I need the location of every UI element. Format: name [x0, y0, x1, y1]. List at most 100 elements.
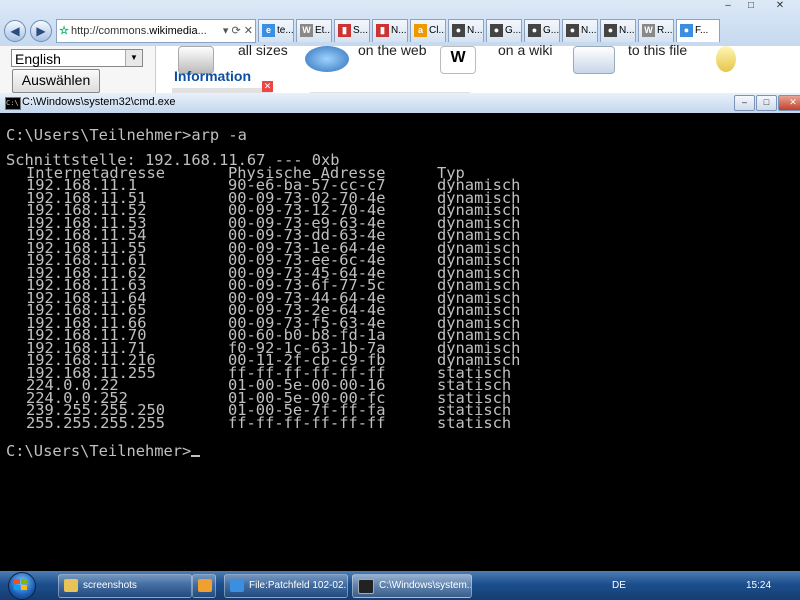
tab-label: S...	[353, 25, 369, 36]
tab-favicon-icon: ●	[452, 24, 465, 37]
browser-tab[interactable]: ▮ S...	[334, 19, 370, 42]
choose-button[interactable]: Auswählen	[12, 69, 100, 93]
browser-maximize-button[interactable]: □	[740, 0, 762, 14]
arp-ip-cell: 255.255.255.255	[26, 413, 165, 432]
taskbar-item-label: screenshots	[83, 580, 137, 591]
command-line: C:\Users\Teilnehmer>arp -a	[6, 126, 247, 144]
cmd-minimize-button[interactable]: –	[734, 95, 755, 111]
tab-label: Cl...	[429, 25, 446, 36]
console-output[interactable]: C:\Users\Teilnehmer>arp -a Schnittstelle…	[0, 113, 800, 571]
tab-label: N...	[581, 25, 597, 36]
tab-favicon-icon: ▮	[338, 24, 351, 37]
browser-tab[interactable]: ● N...	[600, 19, 636, 42]
share-web-link[interactable]: on the web	[358, 42, 427, 58]
cmd-window: C:\ C:\Windows\system32\cmd.exe – □ ✕ C:…	[0, 93, 800, 571]
web-page: English ▼ Auswählen all sizes on the web…	[0, 42, 800, 100]
input-language[interactable]: DE	[612, 571, 626, 600]
link-file-icon	[573, 46, 615, 74]
browser-tab[interactable]: ▮ N...	[372, 19, 408, 42]
console-icon: C:\	[5, 97, 21, 110]
text-cursor	[191, 455, 201, 457]
dropdown-arrow-icon: ▼	[125, 50, 142, 66]
tab-favicon-icon: a	[414, 24, 427, 37]
address-suffix: ...	[197, 25, 207, 37]
browser-toolbar: – □ ✕ ◀ ▶ ☆ http://commons.wikimedia... ▾…	[0, 0, 800, 47]
lightbulb-icon	[716, 46, 736, 72]
browser-tab[interactable]: W R...	[638, 19, 674, 42]
tab-favicon-icon: ▮	[376, 24, 389, 37]
cmd-maximize-button[interactable]: □	[756, 95, 777, 111]
share-all-sizes-link[interactable]: all sizes	[238, 42, 288, 58]
arp-type-cell: statisch	[437, 413, 512, 432]
tab-favicon-icon: e	[262, 24, 275, 37]
language-select[interactable]: English ▼	[11, 49, 143, 67]
tab-label: R...	[657, 25, 673, 36]
back-button[interactable]: ◀	[4, 20, 26, 42]
page-sidebar: English ▼ Auswählen	[0, 46, 156, 100]
tab-label: F...	[695, 25, 709, 36]
start-button[interactable]	[2, 571, 40, 600]
taskbar: screenshots File:Patchfeld 102-02... C:\Wi…	[0, 571, 800, 600]
tab-label: G...	[543, 25, 560, 36]
tab-label: te...	[277, 25, 294, 36]
cmd-title: C:\Windows\system32\cmd.exe	[22, 96, 176, 108]
browser-tab[interactable]: ● G...	[486, 19, 522, 42]
tab-favicon-icon: ●	[604, 24, 617, 37]
browser-tab[interactable]: ● G...	[524, 19, 560, 42]
browser-tab[interactable]: W Et...	[296, 19, 332, 42]
taskbar-item[interactable]: File:Patchfeld 102-02...	[224, 574, 348, 598]
taskbar-item[interactable]	[192, 574, 216, 598]
folder-icon	[64, 579, 78, 592]
current-prompt-line[interactable]: C:\Users\Teilnehmer>	[6, 442, 201, 460]
forward-button[interactable]: ▶	[30, 20, 52, 42]
share-file-link[interactable]: to this file	[628, 42, 687, 58]
clock[interactable]: 15:24	[746, 571, 771, 600]
internet-explorer-icon	[230, 579, 244, 592]
globe-icon	[305, 46, 349, 72]
taskbar-item[interactable]: screenshots	[58, 574, 192, 598]
taskbar-item-label: C:\Windows\system...	[379, 580, 472, 591]
taskbar-item[interactable]: C:\Windows\system...	[352, 574, 472, 598]
tab-favicon-icon: W	[300, 24, 313, 37]
site-favicon-icon: ☆	[59, 25, 69, 37]
tab-label: N...	[619, 25, 635, 36]
arp-mac-cell: ff-ff-ff-ff-ff-ff	[228, 413, 386, 432]
close-notice-icon[interactable]: ✕	[262, 81, 273, 92]
address-domain: wikimedia	[149, 25, 198, 37]
tab-label: N...	[391, 25, 407, 36]
browser-tab[interactable]: ● F...	[676, 19, 720, 42]
tab-favicon-icon: ●	[528, 24, 541, 37]
language-select-value: English	[15, 51, 61, 67]
browser-tab[interactable]: a Cl...	[410, 19, 446, 42]
browser-window: – □ ✕ ◀ ▶ ☆ http://commons.wikimedia... ▾…	[0, 0, 800, 100]
prompt: C:\Users\Teilnehmer>	[6, 126, 192, 144]
tab-label: Et...	[315, 25, 332, 36]
tab-label: G...	[505, 25, 522, 36]
tab-favicon-icon: ●	[680, 24, 693, 37]
share-wiki-link[interactable]: on a wiki	[498, 42, 552, 58]
browser-tab[interactable]: e te...	[258, 19, 294, 42]
taskbar-item-label: File:Patchfeld 102-02...	[249, 580, 348, 591]
address-bar[interactable]: ☆ http://commons.wikimedia... ▾ ⟳ ✕	[56, 19, 256, 43]
tab-favicon-icon: ●	[490, 24, 503, 37]
windows-flag-icon	[14, 579, 28, 591]
information-heading: Information	[174, 68, 251, 84]
tab-favicon-icon: W	[642, 24, 655, 37]
command-text: arp -a	[191, 126, 247, 144]
cmd-titlebar[interactable]: C:\ C:\Windows\system32\cmd.exe – □ ✕	[0, 93, 800, 113]
media-player-icon	[198, 579, 212, 592]
tab-label: N...	[467, 25, 483, 36]
forward-arrow-icon: ▶	[36, 24, 46, 38]
address-controls[interactable]: ▾ ⟳ ✕	[223, 20, 253, 42]
cmd-close-button[interactable]: ✕	[778, 95, 800, 111]
prompt: C:\Users\Teilnehmer>	[6, 442, 192, 460]
browser-close-button[interactable]: ✕	[763, 0, 797, 14]
wikipedia-icon: W	[440, 46, 476, 74]
browser-tab[interactable]: ● N...	[562, 19, 598, 42]
browser-tab[interactable]: ● N...	[448, 19, 484, 42]
address-prefix: http://commons.	[71, 25, 150, 37]
cmd-icon	[358, 579, 374, 594]
tab-favicon-icon: ●	[566, 24, 579, 37]
browser-minimize-button[interactable]: –	[717, 0, 739, 14]
tab-strip: e te... W Et... ▮ S... ▮ N... a Cl... ● N... ● G... ● G…	[258, 19, 722, 43]
